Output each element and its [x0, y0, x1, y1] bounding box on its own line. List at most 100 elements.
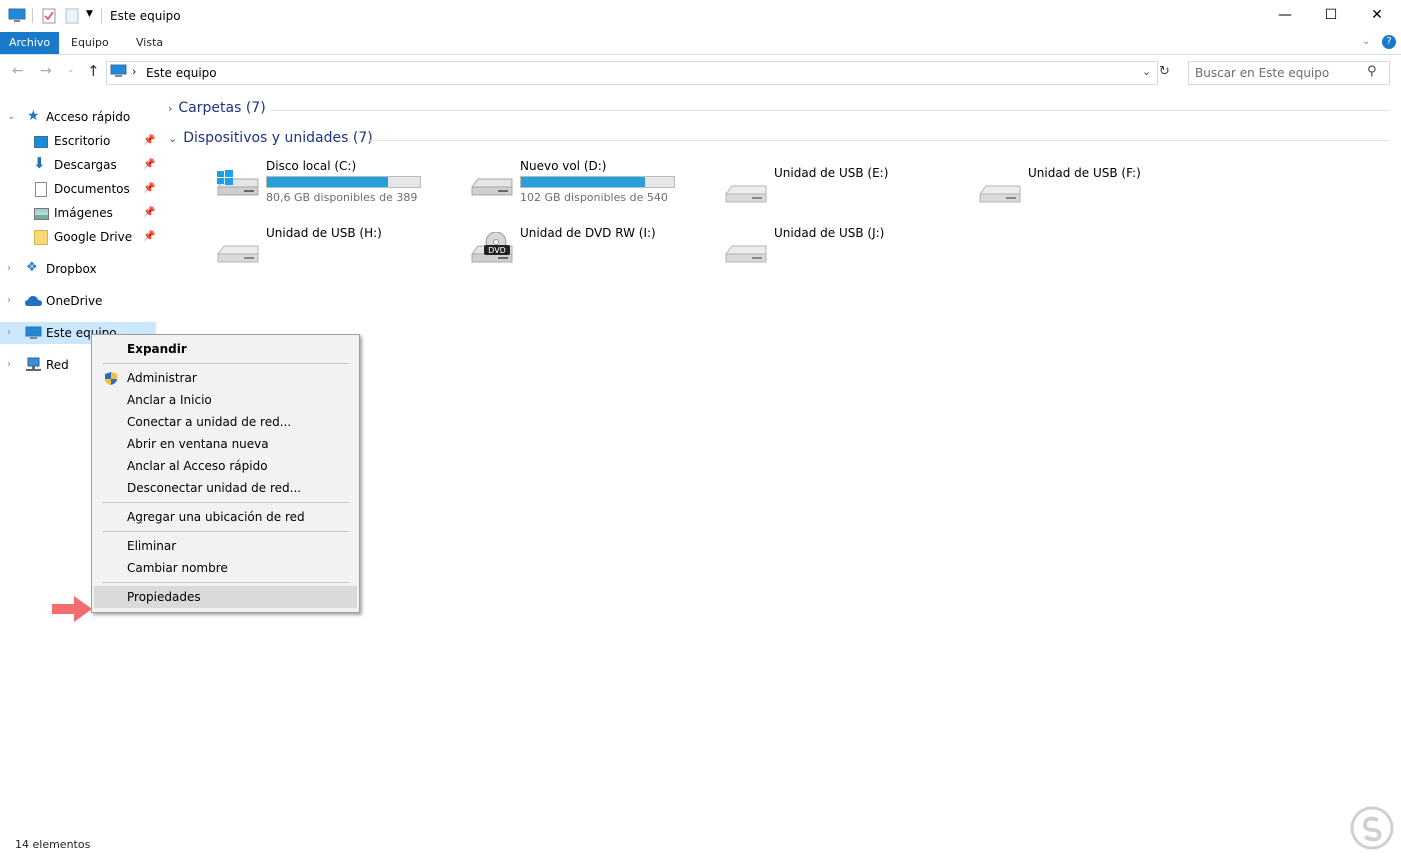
drive-name: Unidad de DVD RW (I:): [520, 226, 656, 240]
pin-icon[interactable]: 📌: [143, 202, 155, 224]
menu-separator: [102, 582, 349, 583]
recent-locations-icon[interactable]: ⌄: [67, 65, 75, 75]
expand-ribbon-icon[interactable]: ⌄: [1362, 36, 1370, 47]
menu-label: Anclar a Inicio: [127, 393, 212, 407]
star-icon: ★: [27, 108, 40, 124]
group-title: Dispositivos y unidades (7): [183, 130, 373, 146]
menu-separator: [102, 502, 349, 503]
drive-name: Unidad de USB (J:): [774, 226, 885, 240]
drive-j[interactable]: Unidad de USB (J:): [724, 226, 974, 280]
folder-icon: [34, 230, 48, 245]
pin-icon[interactable]: 📌: [143, 130, 155, 152]
usage-bar: [520, 176, 675, 188]
chevron-right-icon[interactable]: ›: [168, 102, 172, 115]
breadcrumb-separator-icon[interactable]: ›: [132, 65, 136, 78]
nav-label: Google Drive: [54, 230, 133, 244]
help-icon[interactable]: ?: [1382, 35, 1396, 49]
nav-item-imagenes[interactable]: Imágenes 📌: [0, 202, 156, 224]
menu-item-nueva-ventana[interactable]: Abrir en ventana nueva: [94, 433, 357, 455]
drive-name: Unidad de USB (F:): [1028, 166, 1141, 180]
chevron-right-icon[interactable]: ›: [7, 290, 11, 312]
menu-item-conectar-red[interactable]: Conectar a unidad de red...: [94, 411, 357, 433]
window-title: Este equipo: [110, 9, 181, 23]
menu-item-anclar-inicio[interactable]: Anclar a Inicio: [94, 389, 357, 411]
nav-label: Red: [46, 358, 69, 372]
pictures-icon: [34, 208, 49, 220]
usb-drive-icon: [217, 245, 259, 263]
up-icon[interactable]: ↑: [87, 62, 100, 80]
address-dropdown-icon[interactable]: ⌄: [1142, 65, 1151, 78]
drive-h[interactable]: Unidad de USB (H:): [216, 226, 466, 280]
tab-vista[interactable]: Vista: [127, 32, 172, 54]
computer-icon: [110, 64, 127, 77]
nav-item-escritorio[interactable]: Escritorio 📌: [0, 130, 156, 152]
menu-separator: [102, 531, 349, 532]
usb-drive-icon: [725, 245, 767, 263]
computer-icon[interactable]: [8, 8, 26, 24]
menu-item-administrar[interactable]: Administrar: [94, 367, 357, 389]
search-icon[interactable]: ⚲: [1367, 64, 1377, 79]
menu-item-expandir[interactable]: Expandir: [94, 338, 357, 360]
shield-icon: [105, 372, 117, 385]
drive-i[interactable]: DVD Unidad de DVD RW (I:): [470, 226, 720, 280]
pin-icon[interactable]: 📌: [143, 178, 155, 200]
nav-item-onedrive[interactable]: › OneDrive: [0, 290, 156, 312]
close-button[interactable]: ✕: [1354, 0, 1400, 30]
menu-label: Anclar al Acceso rápido: [127, 459, 268, 473]
customize-qat-icon[interactable]: ▼: [86, 9, 93, 19]
menu-item-anclar-acceso[interactable]: Anclar al Acceso rápido: [94, 455, 357, 477]
address-bar[interactable]: [106, 61, 1158, 85]
menu-label: Eliminar: [127, 539, 177, 553]
new-folder-icon[interactable]: [65, 8, 79, 24]
pin-icon[interactable]: 📌: [143, 226, 155, 248]
drive-e[interactable]: Unidad de USB (E:): [724, 166, 974, 220]
chevron-right-icon[interactable]: ›: [7, 322, 11, 344]
group-divider: [270, 110, 1390, 111]
pin-icon[interactable]: 📌: [143, 154, 155, 176]
menu-label: Agregar una ubicación de red: [127, 510, 305, 524]
tab-equipo[interactable]: Equipo: [62, 32, 118, 54]
hard-drive-icon: [471, 178, 513, 196]
refresh-icon[interactable]: ↻: [1159, 64, 1170, 79]
properties-icon[interactable]: [42, 8, 56, 24]
chevron-right-icon[interactable]: ›: [7, 354, 11, 376]
drive-space: 102 GB disponibles de 540: [520, 191, 668, 204]
forward-icon[interactable]: →: [40, 63, 52, 79]
nav-item-dropbox[interactable]: › ❖ Dropbox: [0, 258, 156, 280]
chevron-down-icon[interactable]: ⌄: [7, 106, 15, 128]
nav-item-quick-access[interactable]: ⌄ ★ Acceso rápido: [0, 106, 156, 128]
menu-item-propiedades[interactable]: Propiedades: [94, 586, 357, 608]
nav-label: Acceso rápido: [46, 110, 131, 124]
menu-label: Expandir: [127, 342, 187, 356]
breadcrumb[interactable]: Este equipo: [146, 66, 217, 80]
menu-label: Propiedades: [127, 590, 201, 604]
drive-space: 80,6 GB disponibles de 389: [266, 191, 418, 204]
nav-label: Documentos: [54, 182, 130, 196]
menu-item-cambiar-nombre[interactable]: Cambiar nombre: [94, 557, 357, 579]
nav-label: Imágenes: [54, 206, 113, 220]
nav-item-documentos[interactable]: Documentos 📌: [0, 178, 156, 200]
maximize-button[interactable]: ☐: [1308, 0, 1354, 30]
menu-label: Abrir en ventana nueva: [127, 437, 269, 451]
dvd-drive-icon: DVD: [471, 232, 513, 263]
ribbon-tabs: Archivo Equipo Vista ⌄ ?: [0, 32, 1401, 55]
chevron-right-icon[interactable]: ›: [7, 258, 11, 280]
usb-drive-icon: [979, 185, 1021, 203]
menu-item-desconectar[interactable]: Desconectar unidad de red...: [94, 477, 357, 499]
computer-icon: [25, 326, 42, 339]
download-icon: ⬇: [33, 154, 46, 172]
tab-archivo[interactable]: Archivo: [0, 32, 60, 54]
nav-item-descargas[interactable]: ⬇ Descargas 📌: [0, 154, 156, 176]
menu-item-eliminar[interactable]: Eliminar: [94, 535, 357, 557]
divider: [32, 8, 33, 23]
back-icon[interactable]: ←: [12, 63, 24, 79]
group-header-devices[interactable]: ⌄ Dispositivos y unidades (7): [168, 130, 373, 146]
drive-f[interactable]: Unidad de USB (F:): [978, 166, 1228, 220]
menu-item-agregar-ubicacion[interactable]: Agregar una ubicación de red: [94, 506, 357, 528]
nav-item-google-drive[interactable]: Google Drive 📌: [0, 226, 156, 248]
drive-c[interactable]: Disco local (C:) 80,6 GB disponibles de …: [216, 159, 466, 213]
group-header-folders[interactable]: › Carpetas (7): [168, 100, 266, 116]
chevron-down-icon[interactable]: ⌄: [168, 132, 177, 145]
drive-d[interactable]: Nuevo vol (D:) 102 GB disponibles de 540: [470, 159, 720, 213]
minimize-button[interactable]: —: [1262, 0, 1308, 30]
